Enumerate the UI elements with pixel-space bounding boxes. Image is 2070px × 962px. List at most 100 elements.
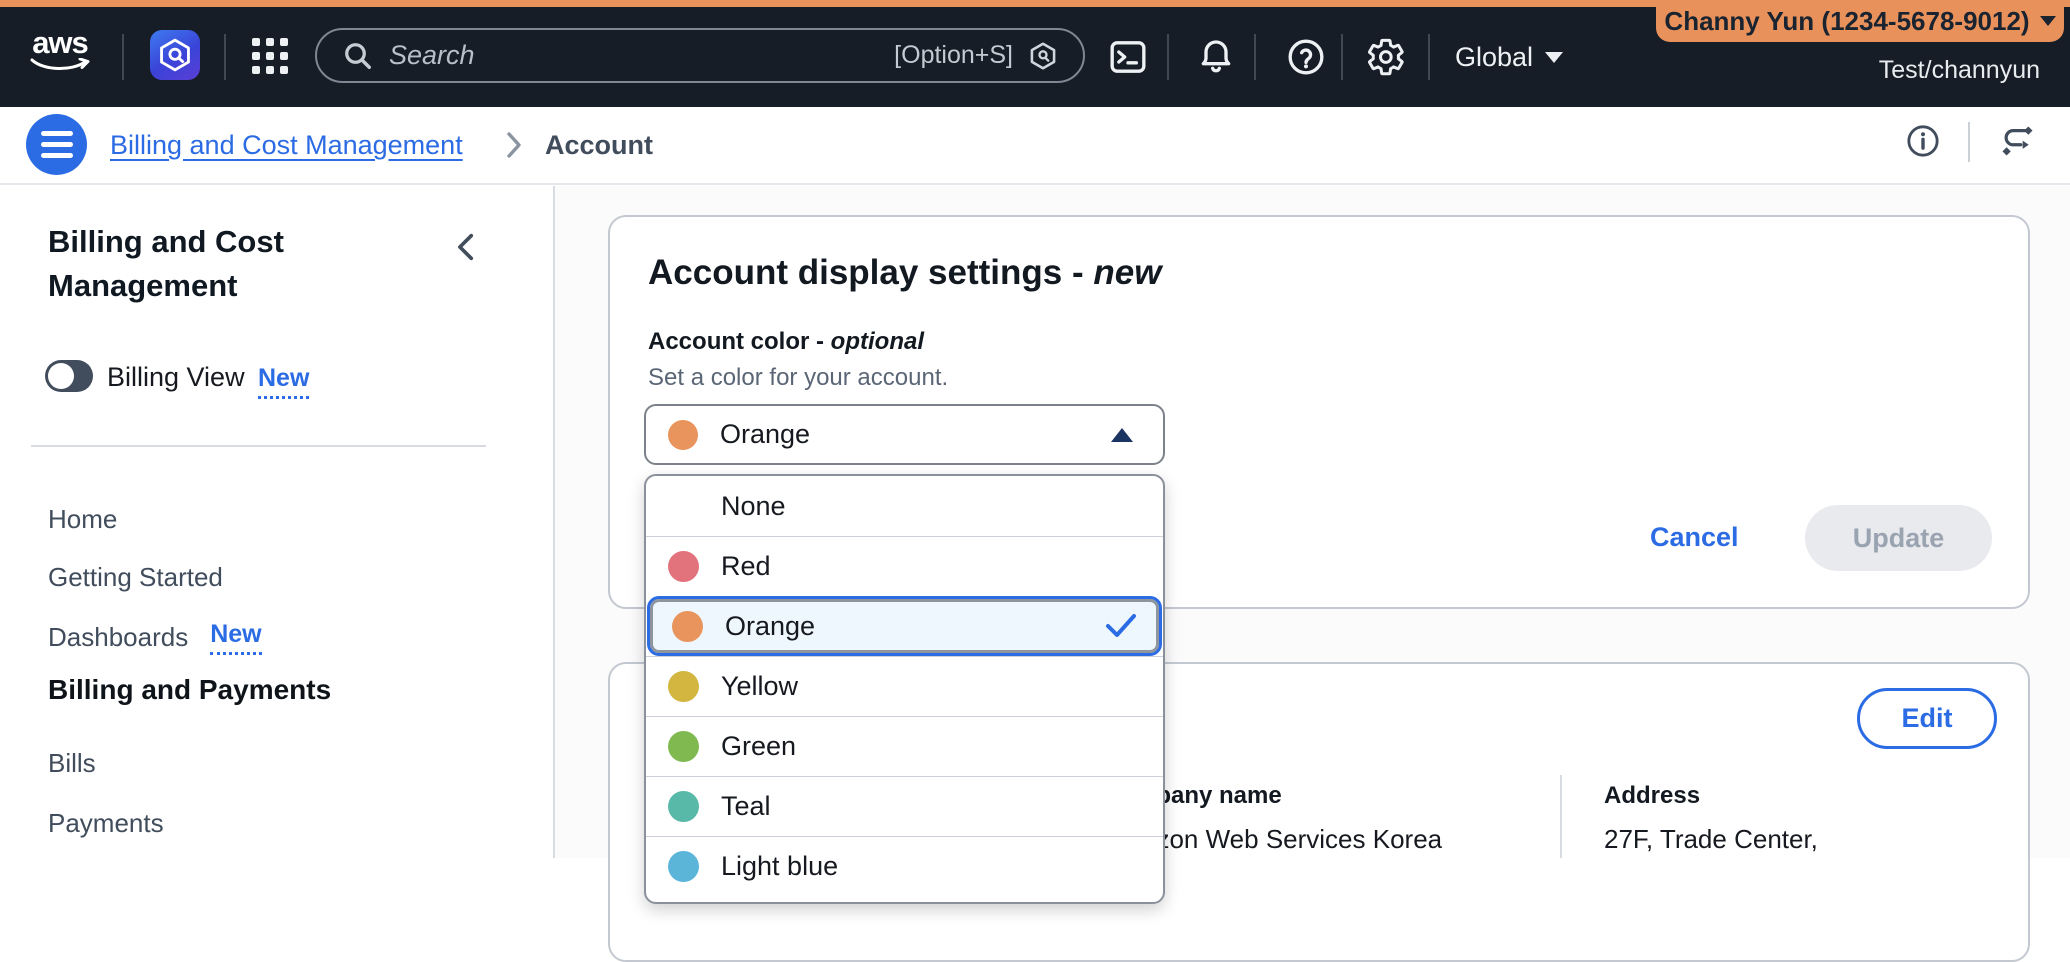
breadcrumb-separator-icon: [503, 128, 525, 162]
color-swatch: [668, 791, 699, 822]
update-button[interactable]: Update: [1805, 505, 1992, 571]
color-option-green[interactable]: Green: [646, 716, 1163, 776]
search-input[interactable]: Search [Option+S]: [315, 28, 1085, 83]
color-option-label: Orange: [725, 611, 815, 642]
color-option-label: Yellow: [721, 671, 798, 702]
topbar-divider: [1167, 34, 1169, 80]
color-option-label: Red: [721, 551, 771, 582]
color-swatch: [668, 671, 699, 702]
cancel-button[interactable]: Cancel: [1650, 522, 1739, 553]
chevron-up-icon: [1111, 428, 1133, 442]
breadcrumb-root-link[interactable]: Billing and Cost Management: [110, 130, 463, 161]
color-option-label: None: [721, 491, 786, 522]
edit-button[interactable]: Edit: [1857, 688, 1997, 749]
topbar-divider: [224, 34, 226, 80]
aws-logo[interactable]: aws: [28, 28, 92, 80]
chevron-down-icon: [2040, 16, 2056, 26]
account-menu[interactable]: Channy Yun (1234-5678-9012): [1656, 0, 2064, 42]
card-title-text: Account display settings -: [648, 253, 1093, 292]
aws-logo-text: aws: [32, 28, 88, 58]
topbar-divider: [1428, 34, 1430, 80]
services-grid-icon[interactable]: [252, 38, 288, 74]
search-icon: [343, 41, 373, 71]
account-color-label-text: Account color -: [648, 328, 831, 355]
terminal-icon: [1108, 37, 1148, 77]
nav-label: Dashboards: [48, 622, 188, 653]
color-option-red[interactable]: Red: [646, 536, 1163, 596]
help-button[interactable]: [1283, 34, 1329, 80]
account-color-label: Account color - optional: [648, 328, 924, 356]
account-color-description: Set a color for your account.: [648, 364, 948, 392]
color-option-light-blue[interactable]: Light blue: [646, 836, 1163, 896]
chevron-down-icon: [1545, 52, 1563, 63]
nav-label: Billing and Payments: [48, 674, 331, 706]
account-color-optional: optional: [831, 328, 924, 355]
color-swatch: [668, 851, 699, 882]
sidebar-item-getting-started[interactable]: Getting Started: [48, 562, 488, 593]
color-option-yellow[interactable]: Yellow: [646, 656, 1163, 716]
region-selector[interactable]: Global: [1455, 34, 1563, 80]
color-option-label: Teal: [721, 791, 771, 822]
color-option-label: Green: [721, 731, 796, 762]
settings-button[interactable]: [1363, 34, 1409, 80]
nav-label: Home: [48, 504, 117, 535]
region-label: Global: [1455, 42, 1533, 73]
nav-label: Payments: [48, 808, 164, 839]
address-field: Address 27F, Trade Center,: [1604, 782, 1818, 855]
sidebar-item-billing-and-payments[interactable]: Billing and Payments: [48, 674, 488, 706]
account-label: Channy Yun (1234-5678-9012): [1664, 6, 2029, 37]
notifications-button[interactable]: [1193, 34, 1239, 80]
color-option-orange-selected[interactable]: Orange: [647, 596, 1162, 656]
dashboards-new-badge[interactable]: New: [210, 620, 261, 655]
nav-label: Getting Started: [48, 562, 223, 593]
breadcrumb-current: Account: [545, 130, 653, 161]
topbar-divider: [1254, 34, 1256, 80]
account-color-select[interactable]: Orange: [644, 404, 1165, 465]
search-placeholder: Search: [389, 40, 878, 71]
color-option-none[interactable]: None: [646, 476, 1163, 536]
sidebar-item-dashboards[interactable]: Dashboards New: [48, 620, 488, 655]
selected-color-swatch: [668, 420, 698, 450]
cloudshell-terminal-button[interactable]: [1105, 34, 1151, 80]
address-value: 27F, Trade Center,: [1604, 824, 1818, 855]
question-circle-icon: [1286, 37, 1326, 77]
column-divider: [1560, 775, 1562, 858]
color-swatch: [672, 611, 703, 642]
breadcrumb-bar-divider: [1968, 122, 1970, 162]
color-swatch: [668, 551, 699, 582]
account-color-dropdown: None Red Orange Yellow Green Teal Light …: [644, 474, 1165, 904]
search-shortcut-hint: [Option+S]: [894, 41, 1013, 70]
sidebar-item-payments[interactable]: Payments: [48, 808, 488, 839]
check-icon: [1105, 613, 1137, 639]
collapse-sidebar-icon[interactable]: [450, 230, 484, 264]
sidebar-rule: [31, 445, 486, 447]
workflow-route-icon[interactable]: [2000, 124, 2034, 158]
nav-label: Bills: [48, 748, 96, 779]
billing-view-label: Billing View: [107, 362, 245, 393]
hexagon-q-icon: [158, 38, 192, 72]
address-label: Address: [1604, 782, 1818, 810]
color-option-teal[interactable]: Teal: [646, 776, 1163, 836]
toggle-knob: [48, 363, 74, 389]
account-federated-user: Test/channyun: [1660, 56, 2040, 85]
color-option-label: Light blue: [721, 851, 838, 882]
billing-view-new-badge[interactable]: New: [258, 364, 309, 399]
sidebar-item-bills[interactable]: Bills: [48, 748, 488, 779]
search-q-hexagon-icon: [1029, 42, 1057, 70]
aws-smile-icon: [30, 58, 90, 74]
topbar-divider: [1341, 34, 1343, 80]
topbar-divider: [122, 34, 124, 80]
side-menu-button[interactable]: [26, 114, 87, 175]
info-icon[interactable]: [1906, 124, 1940, 158]
color-swatch: [668, 731, 699, 762]
sidebar-divider: [553, 186, 555, 858]
sidebar-title: Billing and Cost Management: [48, 220, 448, 308]
sidebar-item-home[interactable]: Home: [48, 504, 488, 535]
card-title: Account display settings - new: [648, 253, 1161, 293]
card-title-new: new: [1093, 253, 1161, 292]
billing-view-toggle[interactable]: [45, 360, 93, 392]
selected-color-value: Orange: [720, 419, 1089, 450]
amazon-q-app-icon[interactable]: [150, 30, 200, 80]
bell-icon: [1196, 37, 1236, 77]
gear-icon: [1366, 37, 1406, 77]
